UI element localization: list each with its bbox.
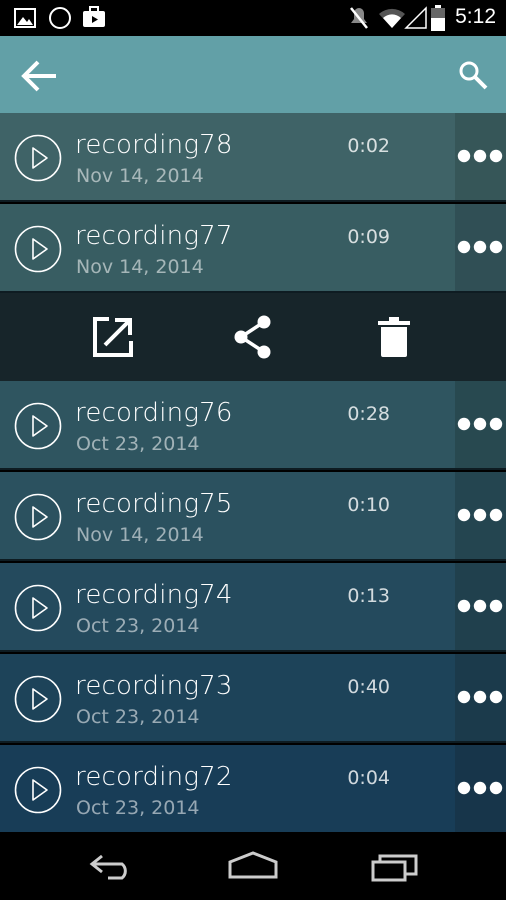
recording-date: Nov 14, 2014 [76, 165, 204, 187]
back-arrow-icon[interactable] [20, 56, 60, 96]
image-icon [14, 8, 36, 28]
recording-name: recording75 [75, 489, 233, 519]
recording-row[interactable]: recording78 Nov 14, 2014 0:02 [0, 113, 506, 202]
recording-date: Oct 23, 2014 [76, 615, 200, 637]
more-options-pane[interactable] [455, 472, 506, 559]
recording-item[interactable]: recording76 Oct 23, 2014 0:28 [0, 381, 455, 468]
recording-duration: 0:09 [347, 226, 390, 248]
more-dots-icon[interactable] [456, 597, 504, 615]
play-icon[interactable] [14, 225, 62, 273]
recording-date: Nov 14, 2014 [76, 524, 204, 546]
recording-row[interactable]: recording76 Oct 23, 2014 0:28 [0, 381, 506, 470]
open-external-icon[interactable] [91, 315, 135, 359]
search-icon[interactable] [458, 60, 488, 90]
recording-item[interactable]: recording78 Nov 14, 2014 0:02 [0, 113, 455, 200]
app-bar [0, 36, 506, 113]
recording-name: recording73 [75, 671, 233, 701]
recording-item[interactable]: recording77 Nov 14, 2014 0:09 [0, 204, 455, 291]
play-icon[interactable] [14, 134, 62, 182]
circle-icon [49, 7, 71, 29]
recording-name: recording76 [75, 398, 233, 428]
recording-name: recording77 [75, 221, 233, 251]
recording-duration: 0:28 [347, 403, 390, 425]
share-icon[interactable] [231, 315, 275, 359]
more-options-pane[interactable] [455, 204, 506, 291]
briefcase-icon [83, 6, 105, 27]
recording-name: recording74 [75, 580, 233, 610]
more-dots-icon[interactable] [456, 415, 504, 433]
recording-duration: 0:02 [347, 135, 390, 157]
play-icon[interactable] [14, 675, 62, 723]
recording-duration: 0:13 [347, 585, 390, 607]
recording-date: Oct 23, 2014 [76, 433, 200, 455]
wifi-icon [379, 8, 405, 28]
trash-icon[interactable] [372, 315, 416, 359]
more-dots-icon[interactable] [456, 779, 504, 797]
signal-icon [404, 6, 427, 29]
recording-actions-bar [0, 293, 506, 381]
recording-name: recording78 [75, 130, 233, 160]
recording-date: Oct 23, 2014 [76, 706, 200, 728]
back-icon[interactable] [88, 852, 136, 880]
more-dots-icon[interactable] [456, 506, 504, 524]
recording-duration: 0:10 [347, 494, 390, 516]
home-icon[interactable] [226, 850, 280, 880]
recording-name: recording72 [75, 762, 233, 792]
more-options-pane[interactable] [455, 745, 506, 832]
recents-icon[interactable] [370, 852, 420, 882]
recording-date: Oct 23, 2014 [76, 797, 200, 819]
recording-item[interactable]: recording73 Oct 23, 2014 0:40 [0, 654, 455, 741]
recording-row[interactable]: recording73 Oct 23, 2014 0:40 [0, 654, 506, 743]
more-options-pane[interactable] [455, 654, 506, 741]
mute-icon [350, 7, 368, 29]
battery-icon [431, 5, 445, 31]
status-time: 5:12 [455, 5, 496, 28]
recording-row[interactable]: recording77 Nov 14, 2014 0:09 [0, 204, 506, 293]
recording-date: Nov 14, 2014 [76, 256, 204, 278]
more-dots-icon[interactable] [456, 688, 504, 706]
recording-duration: 0:40 [347, 676, 390, 698]
more-options-pane[interactable] [455, 563, 506, 650]
more-options-pane[interactable] [455, 113, 506, 200]
more-options-pane[interactable] [455, 381, 506, 468]
play-icon[interactable] [14, 766, 62, 814]
play-icon[interactable] [14, 402, 62, 450]
more-dots-icon[interactable] [456, 238, 504, 256]
navigation-bar [0, 832, 506, 900]
recording-item[interactable]: recording72 Oct 23, 2014 0:04 [0, 745, 455, 832]
play-icon[interactable] [14, 584, 62, 632]
recording-item[interactable]: recording74 Oct 23, 2014 0:13 [0, 563, 455, 650]
play-icon[interactable] [14, 493, 62, 541]
status-bar: 5:12 [0, 0, 506, 36]
recording-duration: 0:04 [347, 767, 390, 789]
recording-row[interactable]: recording75 Nov 14, 2014 0:10 [0, 472, 506, 561]
recording-row[interactable]: recording74 Oct 23, 2014 0:13 [0, 563, 506, 652]
recording-row[interactable]: recording72 Oct 23, 2014 0:04 [0, 745, 506, 834]
recording-item[interactable]: recording75 Nov 14, 2014 0:10 [0, 472, 455, 559]
more-dots-icon[interactable] [456, 147, 504, 165]
recording-list: recording78 Nov 14, 2014 0:02 recording77 No… [0, 113, 506, 834]
